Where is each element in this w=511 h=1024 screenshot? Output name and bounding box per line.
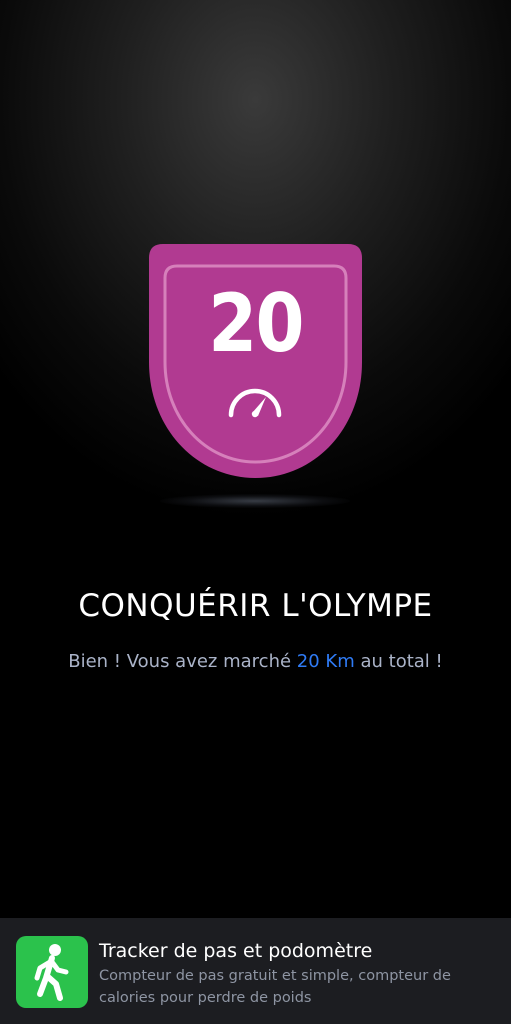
message-suffix: au total ! xyxy=(354,651,443,672)
achievement-badge: 20 xyxy=(149,244,362,480)
ad-banner[interactable]: Tracker de pas et podomètre Compteur de … xyxy=(0,918,511,1024)
ad-description[interactable]: Compteur de pas gratuit et simple, compt… xyxy=(99,965,494,1009)
achievement-message: Bien ! Vous avez marché 20 Km au total ! xyxy=(0,648,511,676)
walking-person-icon xyxy=(34,944,69,1001)
message-prefix: Bien ! Vous avez marché xyxy=(68,651,297,672)
ad-title[interactable]: Tracker de pas et podomètre xyxy=(99,937,499,965)
badge-shadow xyxy=(160,494,350,508)
badge-value: 20 xyxy=(208,277,304,370)
achievement-title: CONQUÉRIR L'OLYMPE xyxy=(78,588,433,624)
distance-highlight: 20 Km xyxy=(296,651,355,672)
speedometer-icon xyxy=(228,388,282,418)
app-icon[interactable] xyxy=(16,936,88,1008)
